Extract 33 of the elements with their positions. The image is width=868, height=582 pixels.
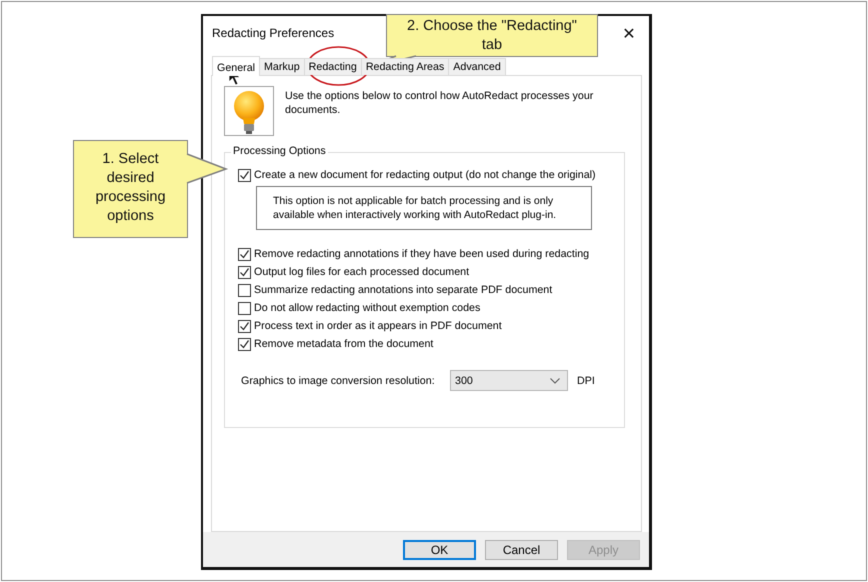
checkbox-label: Process text in order as it appears in PDF document [254,320,502,332]
checkbox-label: Output log files for each processed document [254,266,470,278]
tab[interactable]: Advanced [448,58,506,75]
checkbox-label: Summarize redacting annotations into separate PDF document [254,284,552,296]
lightbulb-icon [224,86,274,136]
resolution-label: Graphics to image conversion resolution: [241,374,436,386]
checkbox-label: Remove metadata from the document [254,338,434,350]
chevron-icon [550,378,560,384]
resolution-dropdown[interactable]: 300 [450,370,568,391]
note-text: This option is not applicable for batch processing and is only available when interactively working with AutoRedact plug-in. [256,186,592,230]
unit-label: DPI [577,374,595,386]
checkbox[interactable] [238,284,251,296]
checkbox-label: Do not allow redacting without exemption codes [254,302,480,314]
window-title: Redacting Preferences [212,26,334,40]
tab[interactable]: General [212,56,260,76]
tab[interactable]: Redacting [304,58,362,75]
checkbox[interactable] [238,302,251,314]
tab[interactable]: Redacting Areas [360,58,450,75]
checkbox[interactable] [238,320,251,332]
dialog-button[interactable]: Cancel [485,540,558,560]
checkbox-label: Create a new document for redacting output (do not change the original) [254,169,596,181]
checkbox[interactable] [238,248,251,260]
checkbox-label: Remove redacting annotations if they have been used during redacting [254,248,590,260]
description-text: Use the options below to control how AutoRedact processes your documents. [285,89,594,118]
checkbox[interactable] [238,266,251,278]
checkbox[interactable] [238,168,251,182]
tab[interactable]: Markup [259,58,305,75]
callout: 1. Select desired processing options [73,140,188,238]
close-button[interactable]: ✕ [609,18,649,48]
callout-pointer [186,153,228,184]
group-title: Processing Options [231,145,328,157]
checkbox[interactable] [238,338,251,350]
dialog-button[interactable]: OK [403,540,476,560]
